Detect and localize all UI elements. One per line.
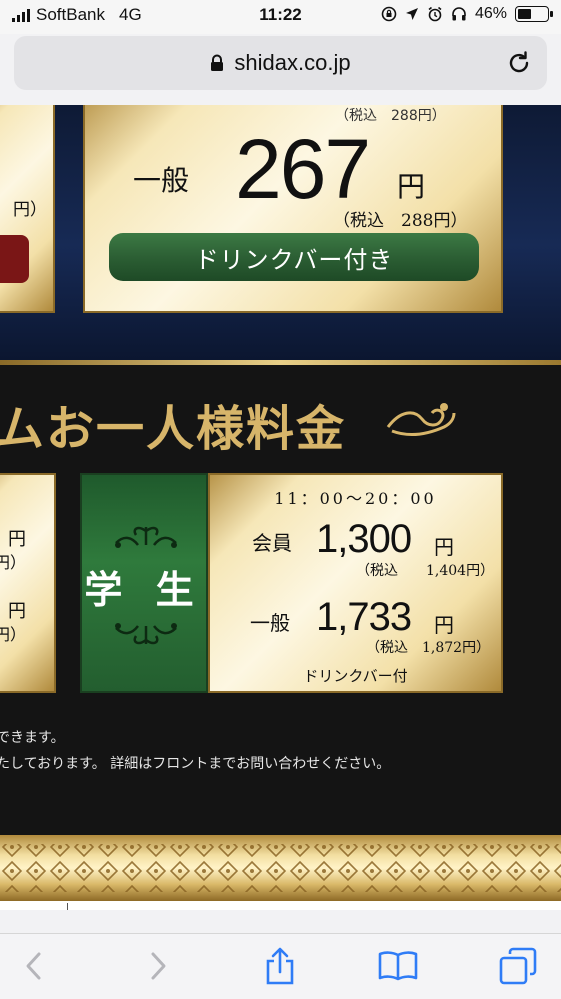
member-tax-text: （税込 1,404円）	[356, 563, 495, 579]
student-label: 学 生	[84, 567, 204, 612]
price-card-general: （税込 288円） 一般 267 円 （税込 288円） ドリンクバー付き	[83, 105, 503, 313]
partial-tax-1: 0円）	[0, 553, 26, 572]
alarm-icon	[428, 6, 442, 22]
footer-area	[0, 901, 561, 910]
drink-bar-note: ドリンクバー付	[303, 667, 408, 685]
web-content[interactable]: 円） （税込 288円） 一般 267 円 （税込 288円） ドリンクバー付き…	[0, 105, 561, 910]
student-panel: 学 生	[80, 473, 208, 693]
partial-tax-text: 円）	[13, 200, 47, 220]
bookmarks-button[interactable]	[376, 944, 420, 988]
navy-section: 円） （税込 288円） 一般 267 円 （税込 288円） ドリンクバー付き	[0, 105, 561, 360]
hours-text: 11：00〜20：00	[274, 489, 437, 508]
back-icon	[26, 952, 41, 980]
flourish-ornament-icon	[386, 403, 456, 436]
gold-divider	[0, 360, 561, 365]
partial-price-card-left: 円）	[0, 105, 55, 313]
ornament-bottom-icon	[115, 623, 177, 645]
browser-toolbar	[0, 933, 561, 999]
bookmarks-icon	[378, 951, 418, 981]
tax-included-text: （税込 288円）	[333, 211, 468, 231]
partial-tax-2: 0円）	[0, 625, 26, 644]
note-line-1: できます。	[0, 730, 65, 746]
member-label: 会員	[252, 531, 292, 555]
battery-fill	[518, 9, 531, 19]
general-yen-student: 円	[434, 613, 454, 637]
partial-price-card-left-2: 円 0円） 円 0円）	[0, 473, 56, 693]
forward-button[interactable]	[136, 944, 180, 988]
address-bar[interactable]: shidax.co.jp	[14, 36, 547, 90]
partial-yen-1: 円	[8, 529, 26, 550]
battery-icon	[515, 6, 553, 22]
status-bar: SoftBank 4G 11:22 46%	[0, 0, 561, 34]
member-yen: 円	[434, 535, 454, 559]
url-domain[interactable]: shidax.co.jp	[234, 50, 350, 76]
general-tax-text-student: （税込 1,872円）	[366, 640, 491, 656]
note-line-2: たしております。 詳細はフロントまでお問い合わせください。	[0, 756, 391, 772]
partial-yen-2: 円	[8, 601, 26, 622]
drink-bar-button[interactable]: ドリンクバー付き	[109, 233, 479, 281]
ornament-top-icon	[115, 526, 177, 548]
gold-pattern-band	[0, 835, 561, 901]
yen-label: 円	[397, 170, 426, 203]
headphones-icon	[452, 7, 466, 21]
student-price-card: 11：00〜20：00 会員 1,300 円 （税込 1,404円） 一般 1,…	[208, 473, 503, 693]
footer-rule-vertical	[67, 903, 68, 910]
lattice-pattern-icon	[0, 844, 561, 892]
location-arrow-icon	[405, 8, 418, 20]
section-heading: ムお一人様料金	[0, 401, 347, 457]
tabs-button[interactable]	[496, 944, 540, 988]
general-price: 267	[235, 122, 371, 216]
forward-icon	[151, 952, 166, 980]
status-icons: 46%	[381, 5, 553, 23]
share-button[interactable]	[258, 944, 302, 988]
tabs-icon	[499, 947, 537, 985]
screen-lock-icon	[381, 6, 397, 22]
battery-percent: 46%	[474, 5, 507, 22]
general-label: 一般	[133, 164, 190, 197]
general-label-student: 一般	[250, 611, 290, 635]
general-price-student: 1,733	[316, 595, 412, 639]
back-button[interactable]	[12, 944, 56, 988]
lock-icon	[211, 54, 224, 71]
reload-icon[interactable]	[505, 49, 533, 77]
share-icon	[266, 947, 294, 985]
member-price: 1,300	[316, 517, 412, 561]
partial-red-button[interactable]	[0, 235, 29, 283]
